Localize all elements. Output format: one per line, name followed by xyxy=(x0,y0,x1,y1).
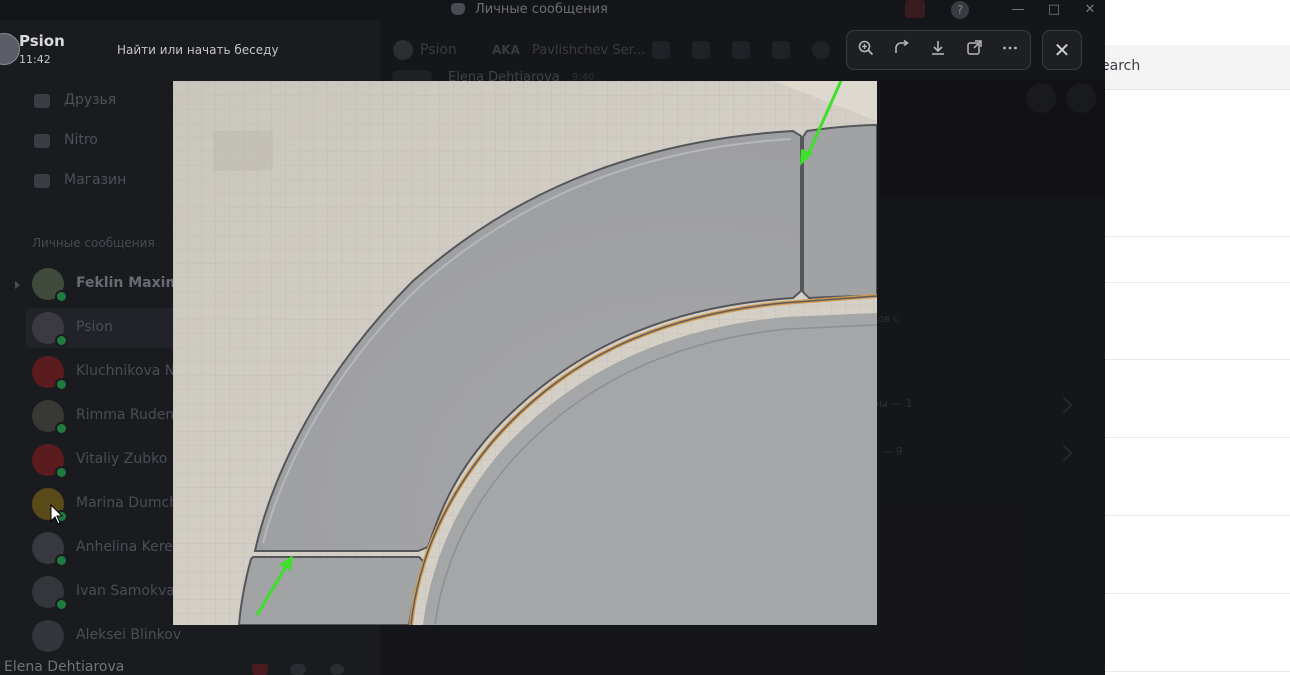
download-icon[interactable] xyxy=(927,39,949,61)
mouse-cursor-icon xyxy=(50,503,64,530)
window-title: Личные сообщения xyxy=(475,2,608,17)
divider xyxy=(1105,359,1290,360)
divider xyxy=(1105,236,1290,237)
rotate-icon[interactable] xyxy=(891,39,913,61)
dm-name: Kluchnikova N xyxy=(76,363,176,379)
divider xyxy=(1105,593,1290,594)
dm-name: Marina Dumch xyxy=(76,495,179,511)
divider xyxy=(1105,282,1290,283)
unread-indicator-icon xyxy=(15,281,20,289)
bottom-user-name: Elena Dehtiarova xyxy=(4,659,125,675)
dm-name: Rimma Ruden xyxy=(76,407,175,423)
divider xyxy=(1105,671,1290,672)
close-window-button[interactable]: ✕ xyxy=(1072,0,1105,20)
image-preview[interactable] xyxy=(173,81,877,625)
more-icon[interactable] xyxy=(999,39,1021,61)
dm-name: Vitaliy Zubko xyxy=(76,451,168,467)
online-status-icon xyxy=(55,378,68,391)
browser-search-label: earch xyxy=(1101,58,1141,74)
online-status-icon xyxy=(55,422,68,435)
image-viewer-toolbar xyxy=(846,30,1031,70)
zoom-in-icon[interactable] xyxy=(855,39,877,61)
nav-item-label: Nitro xyxy=(64,132,98,148)
close-icon: ✕ xyxy=(1053,38,1071,62)
online-status-icon xyxy=(55,466,68,479)
current-user-time: 11:42 xyxy=(19,53,51,66)
avatar xyxy=(32,620,64,652)
dm-name: Ivan Samokva xyxy=(76,583,175,599)
settings-icon[interactable] xyxy=(330,664,344,675)
nav-item-label: Магазин xyxy=(64,172,127,188)
divider xyxy=(1105,515,1290,516)
headphones-icon[interactable] xyxy=(290,664,306,675)
minimize-button[interactable]: — xyxy=(1000,0,1036,20)
dm-list-header: Личные сообщения xyxy=(32,236,155,250)
mute-icon[interactable] xyxy=(252,664,268,675)
online-status-icon xyxy=(55,554,68,567)
nitro-icon xyxy=(34,134,50,148)
dm-name: Aleksei Blinkov xyxy=(76,627,182,643)
find-conversation-button[interactable]: Найти или начать беседу xyxy=(117,43,279,57)
tile-render-image xyxy=(173,81,877,625)
browser-panel xyxy=(1105,0,1290,675)
online-status-icon xyxy=(55,290,68,303)
open-external-icon[interactable] xyxy=(963,39,985,61)
dm-name: Anhelina Kere xyxy=(76,539,173,555)
close-viewer-button[interactable]: ✕ xyxy=(1042,30,1082,70)
discord-icon xyxy=(451,3,465,15)
nav-item-label: Друзья xyxy=(64,92,117,108)
current-user-name: Psion xyxy=(19,32,65,50)
help-icon[interactable]: ? xyxy=(951,1,969,19)
online-status-icon xyxy=(55,598,68,611)
divider xyxy=(1105,437,1290,438)
discord-window: Личные сообщения ? — □ ✕ Psion 11:42 Най… xyxy=(0,0,1105,675)
dm-name: Feklin Maxim xyxy=(76,275,181,291)
friends-icon xyxy=(34,94,50,108)
dm-name: Psion xyxy=(76,319,113,335)
online-status-icon xyxy=(55,334,68,347)
inbox-icon[interactable] xyxy=(905,0,925,18)
maximize-button[interactable]: □ xyxy=(1036,0,1072,20)
shop-icon xyxy=(34,174,50,188)
